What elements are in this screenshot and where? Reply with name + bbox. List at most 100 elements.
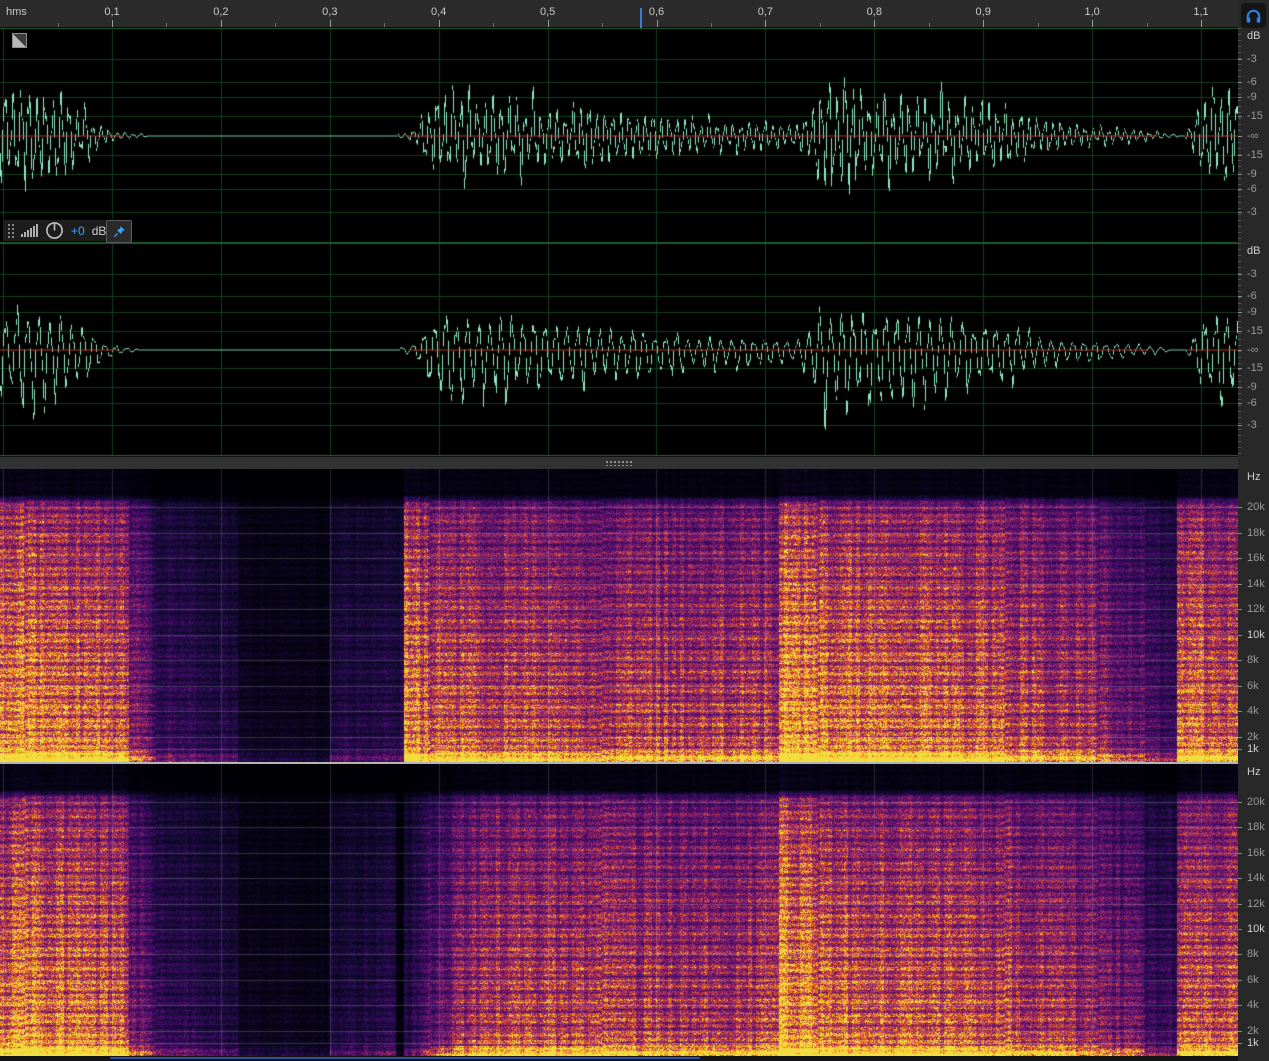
level-meter-icon xyxy=(21,224,38,237)
ruler-tick-label: 0,5 xyxy=(540,6,555,18)
ruler-major-tick xyxy=(221,20,222,27)
drag-grip-icon[interactable] xyxy=(7,223,14,238)
scale-tick-label: -15 xyxy=(1247,325,1263,337)
scale-tick xyxy=(1238,929,1242,930)
ruler-minor-tick xyxy=(602,23,603,27)
scale-tick xyxy=(1238,584,1242,585)
scale-tick-label: -15 xyxy=(1247,110,1263,122)
scale-tick-label: -9 xyxy=(1247,168,1257,180)
splitter-grip-icon[interactable] xyxy=(605,460,633,466)
scale-tick-label: -6 xyxy=(1247,183,1257,195)
scale-tick xyxy=(1238,878,1242,879)
scale-tick xyxy=(1238,1031,1242,1032)
headphones-icon xyxy=(1245,7,1262,24)
ruler-major-tick xyxy=(983,20,984,27)
ruler-major-tick xyxy=(1201,20,1202,27)
scale-tick-label: 20k xyxy=(1247,796,1265,808)
scale-tick-label: 1k xyxy=(1247,743,1259,755)
scale-tick xyxy=(1238,155,1242,156)
scale-tick xyxy=(1238,136,1242,137)
scale-tick xyxy=(1238,686,1242,687)
volume-value[interactable]: +0 xyxy=(71,224,85,238)
view-splitter[interactable] xyxy=(0,456,1238,469)
scale-tick-label: 18k xyxy=(1247,821,1265,833)
scale-tick-label: -3 xyxy=(1247,53,1257,65)
scale-tick xyxy=(1238,331,1242,332)
ruler-minor-tick xyxy=(166,23,167,27)
scale-tick xyxy=(1238,59,1242,60)
scale-tick-label: 4k xyxy=(1247,999,1259,1011)
spectrogram-channel-2[interactable] xyxy=(0,764,1238,1056)
ruler-tick-label: 0,4 xyxy=(431,6,446,18)
scale-tick xyxy=(1238,212,1242,213)
ruler-minor-tick xyxy=(275,23,276,27)
ruler-major-tick xyxy=(874,20,875,27)
ruler-tick-label: 0,1 xyxy=(104,6,119,18)
ruler-minor-tick xyxy=(58,23,59,27)
ruler-minor-tick xyxy=(1038,23,1039,27)
scale-tick-label: 18k xyxy=(1247,527,1265,539)
scale-tick xyxy=(1238,802,1242,803)
scale-tick xyxy=(1238,749,1242,750)
scale-tick xyxy=(1238,312,1242,313)
level-normalize-widget-icon[interactable] xyxy=(12,33,27,48)
scale-tick-label: -15 xyxy=(1247,149,1263,161)
ruler-unit-label: hms xyxy=(6,6,27,18)
scale-tick-label: -∞ xyxy=(1247,344,1259,356)
scale-tick-label: -15 xyxy=(1247,362,1263,374)
scale-tick xyxy=(1238,904,1242,905)
ruler-minor-tick xyxy=(820,23,821,27)
scale-tick xyxy=(1238,635,1242,636)
ruler-tick-label: 1,0 xyxy=(1084,6,1099,18)
ruler-tick-label: 0,9 xyxy=(976,6,991,18)
audio-editor-window: hms 0,10,20,30,40,50,60,70,80,91,01,1 +0… xyxy=(0,0,1269,1061)
scale-tick-label: -∞ xyxy=(1247,130,1259,142)
monitor-button[interactable] xyxy=(1241,3,1266,28)
ruler-tick-label: 0,6 xyxy=(649,6,664,18)
scale-tick-label: 6k xyxy=(1247,680,1259,692)
scale-tick xyxy=(1238,853,1242,854)
scale-tick-label: -9 xyxy=(1247,381,1257,393)
ruler-minor-tick xyxy=(929,23,930,27)
volume-knob-icon[interactable] xyxy=(45,221,64,240)
pushpin-icon xyxy=(113,225,126,238)
ruler-major-tick xyxy=(1092,20,1093,27)
scale-tick-label: -6 xyxy=(1247,290,1257,302)
ruler-major-tick xyxy=(439,20,440,27)
scale-tick-label: 8k xyxy=(1247,948,1259,960)
ruler-tick-label: 0,7 xyxy=(758,6,773,18)
spectrogram-channel-1[interactable] xyxy=(0,469,1238,762)
scale-tick xyxy=(1238,1005,1242,1006)
timeline-ruler[interactable]: hms 0,10,20,30,40,50,60,70,80,91,01,1 xyxy=(0,0,1238,28)
playhead-marker[interactable] xyxy=(640,8,642,28)
scale-tick-label: 14k xyxy=(1247,872,1265,884)
scale-tick-label: 2k xyxy=(1247,731,1259,743)
scale-tick xyxy=(1238,827,1242,828)
waveform-channel-2[interactable] xyxy=(0,243,1238,456)
pin-button[interactable] xyxy=(106,220,132,243)
scale-tick xyxy=(1238,533,1242,534)
scale-tick-label: 16k xyxy=(1247,847,1265,859)
scale-tick xyxy=(1238,189,1242,190)
waveform-channel-1[interactable] xyxy=(0,28,1238,243)
horizontal-scrollbar[interactable] xyxy=(110,1057,700,1059)
volume-unit-label: dB xyxy=(92,224,107,238)
ruler-major-tick xyxy=(765,20,766,27)
scale-tick xyxy=(1238,660,1242,661)
ruler-minor-tick xyxy=(711,23,712,27)
volume-hud[interactable]: +0 dB xyxy=(2,219,115,242)
scale-tick-label: -3 xyxy=(1247,206,1257,218)
scale-tick xyxy=(1238,368,1242,369)
ruler-tick-label: 1,1 xyxy=(1193,6,1208,18)
scale-tick-label: -3 xyxy=(1247,419,1257,431)
scale-tick-label: 20k xyxy=(1247,501,1265,513)
scale-tick-label: 10k xyxy=(1247,923,1265,935)
scale-tick xyxy=(1238,1043,1242,1044)
scale-tick-label: -6 xyxy=(1247,397,1257,409)
ruler-tick-label: 0,3 xyxy=(322,6,337,18)
scale-tick xyxy=(1238,425,1242,426)
scale-tick xyxy=(1238,82,1242,83)
scale-tick-label: dB xyxy=(1247,30,1260,42)
scale-tick-label: 12k xyxy=(1247,603,1265,615)
scale-tick xyxy=(1238,387,1242,388)
